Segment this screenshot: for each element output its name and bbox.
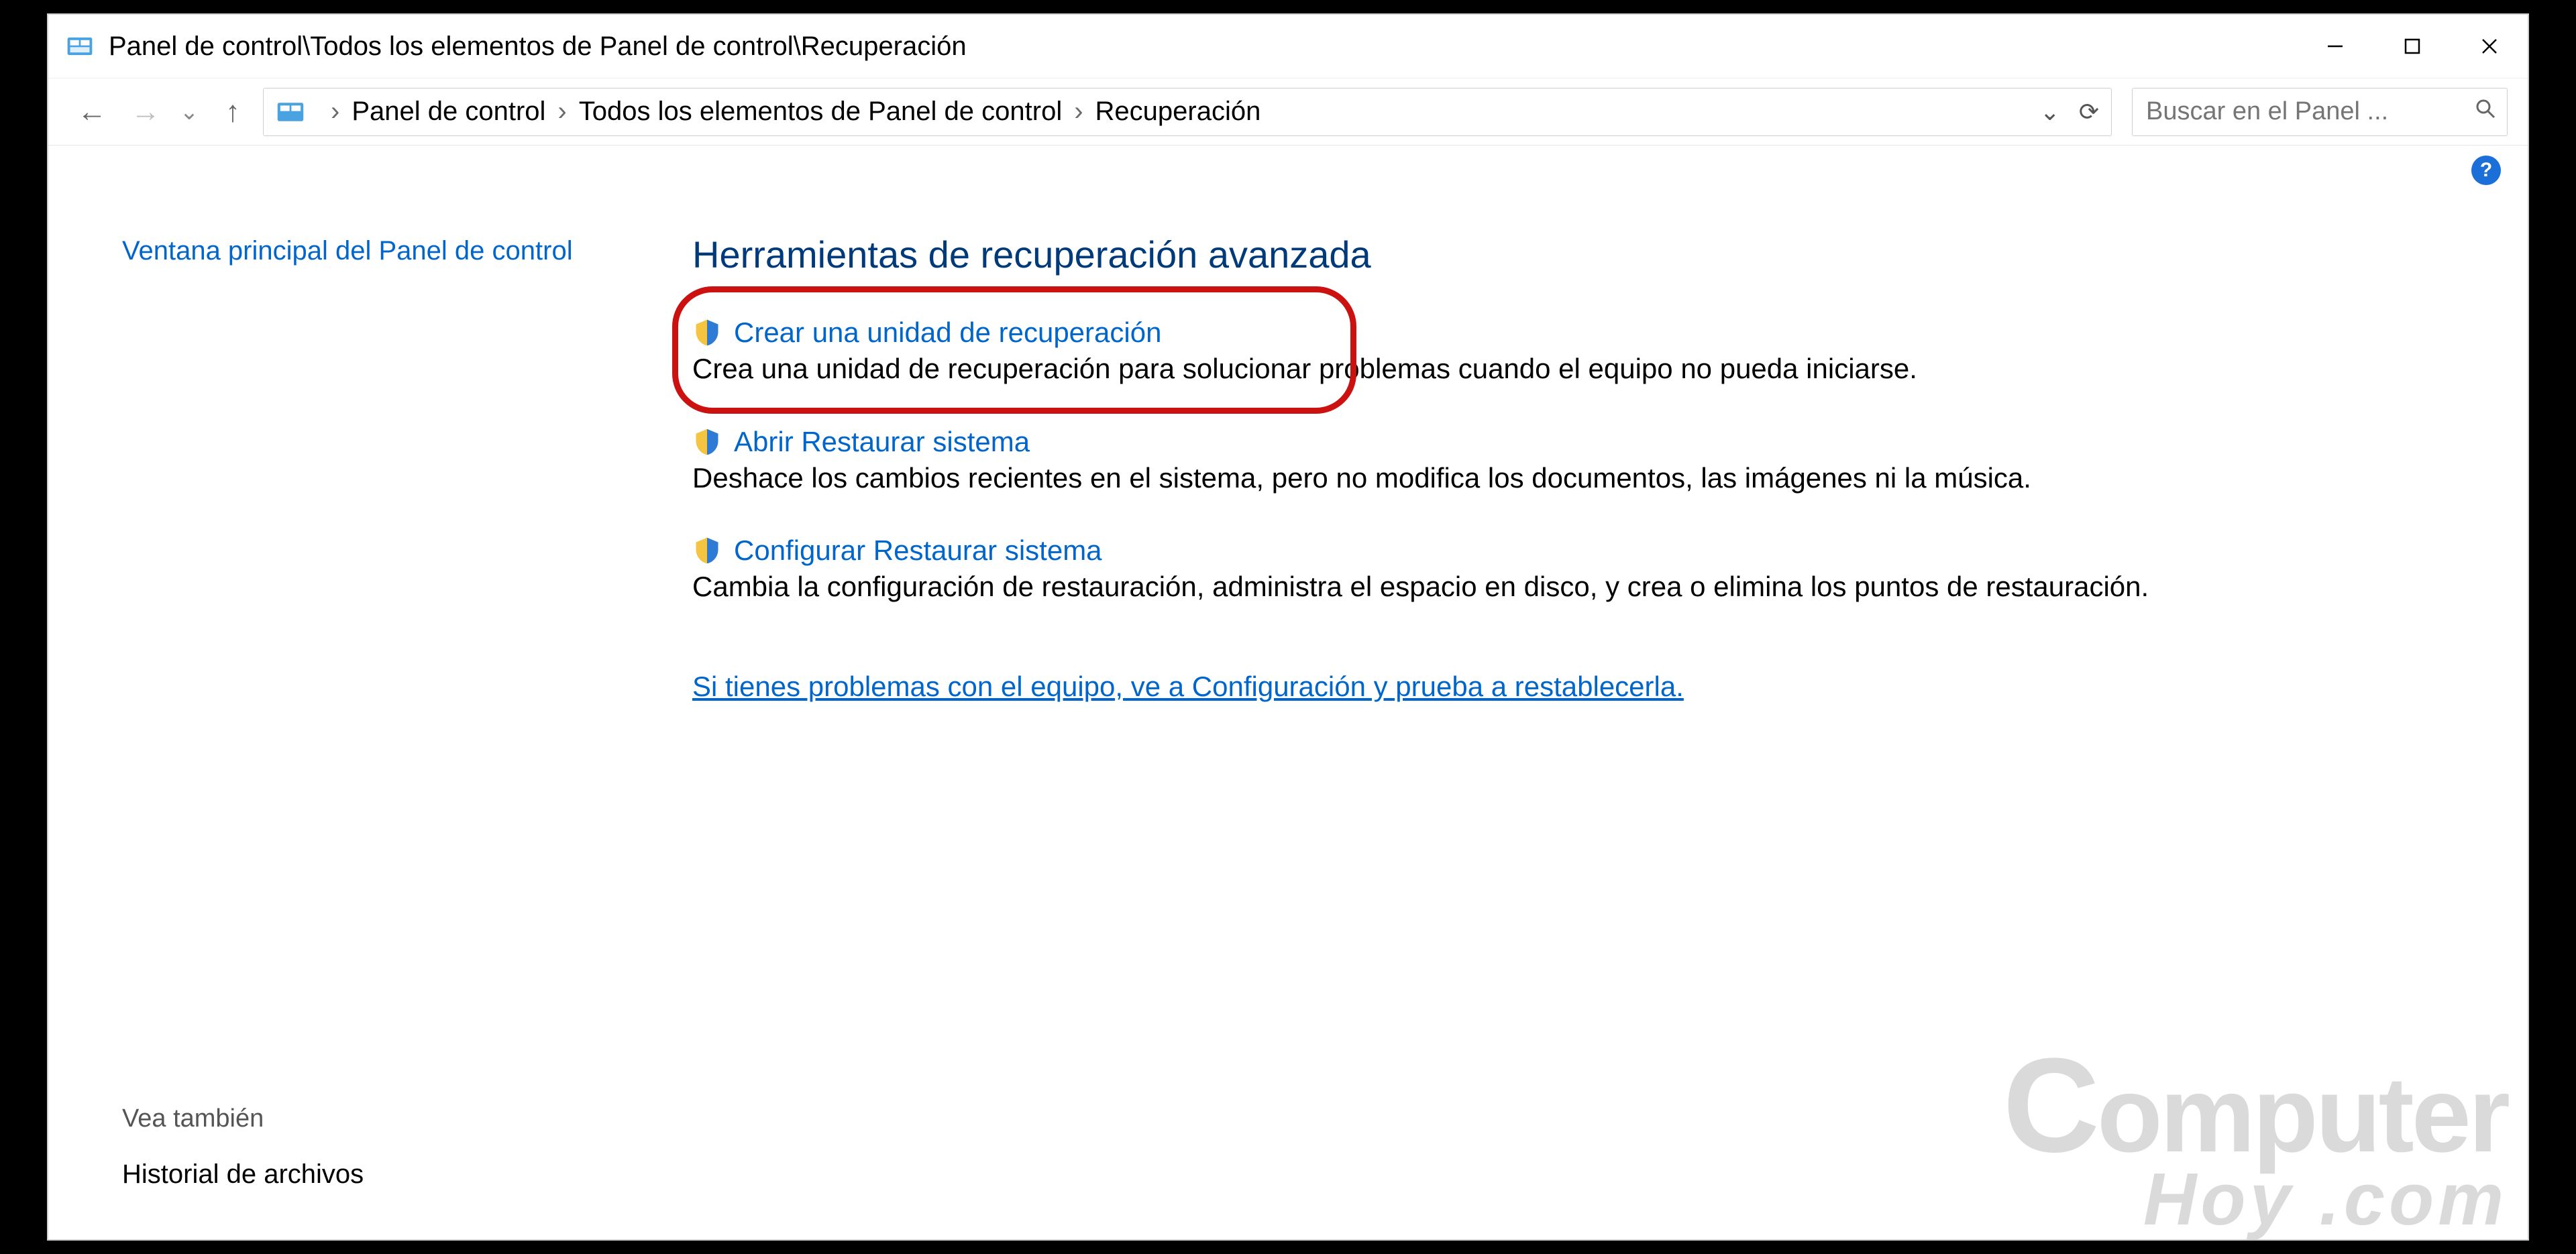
search-icon: [2474, 97, 2497, 127]
recovery-item: Configurar Restaurar sistema Cambia la c…: [692, 534, 2474, 606]
close-button[interactable]: [2451, 15, 2528, 78]
chevron-right-icon: ›: [1074, 97, 1083, 127]
sidebar: Ventana principal del Panel de control V…: [48, 146, 665, 1239]
control-panel-icon: [66, 32, 94, 60]
uac-shield-icon: [692, 427, 722, 457]
refresh-button[interactable]: ⟳: [2079, 98, 2099, 126]
recovery-item: Crear una unidad de recuperación Crea un…: [692, 317, 2474, 388]
chevron-right-icon: ›: [331, 97, 339, 127]
uac-shield-icon: [692, 536, 722, 565]
back-button[interactable]: ←: [68, 89, 115, 135]
window-title: Panel de control\Todos los elementos de …: [109, 32, 2296, 62]
window-controls: [2296, 15, 2528, 78]
see-also-heading: Vea también: [122, 1104, 625, 1133]
breadcrumb-recovery[interactable]: Recuperación: [1095, 97, 1261, 127]
control-panel-window: Panel de control\Todos los elementos de …: [47, 13, 2529, 1241]
page-heading: Herramientas de recuperación avanzada: [692, 233, 2474, 276]
addressbar-control-panel-icon: [276, 97, 305, 127]
file-history-link[interactable]: Historial de archivos: [122, 1159, 364, 1189]
nav-toolbar: ← → ⌄ ↑ › Panel de control › Todos los e…: [48, 78, 2528, 146]
search-input[interactable]: [2146, 97, 2474, 126]
control-panel-home-link[interactable]: Ventana principal del Panel de control: [122, 233, 625, 269]
minimize-button[interactable]: [2296, 15, 2373, 78]
create-recovery-drive-desc: Crea una unidad de recuperación para sol…: [692, 350, 2369, 388]
maximize-button[interactable]: [2373, 15, 2451, 78]
recovery-item: Abrir Restaurar sistema Deshace los camb…: [692, 426, 2474, 498]
open-system-restore-desc: Deshace los cambios recientes en el sist…: [692, 459, 2369, 498]
recent-locations-button[interactable]: ⌄: [176, 99, 203, 125]
up-button[interactable]: ↑: [209, 89, 256, 135]
address-dropdown-button[interactable]: ⌄: [2040, 98, 2060, 126]
open-system-restore-link[interactable]: Abrir Restaurar sistema: [734, 426, 1030, 458]
configure-system-restore-link[interactable]: Configurar Restaurar sistema: [734, 534, 1102, 567]
create-recovery-drive-link[interactable]: Crear una unidad de recuperación: [734, 317, 1161, 349]
reset-pc-link[interactable]: Si tienes problemas con el equipo, ve a …: [692, 671, 1684, 703]
chevron-right-icon: ›: [557, 97, 566, 127]
configure-system-restore-desc: Cambia la configuración de restauración,…: [692, 568, 2369, 606]
breadcrumb-all-items[interactable]: Todos los elementos de Panel de control: [579, 97, 1062, 127]
address-bar[interactable]: › Panel de control › Todos los elementos…: [263, 88, 2112, 136]
uac-shield-icon: [692, 318, 722, 347]
breadcrumb-root[interactable]: Panel de control: [352, 97, 545, 127]
forward-button[interactable]: →: [122, 89, 169, 135]
main-content: Herramientas de recuperación avanzada Cr…: [665, 146, 2528, 1239]
search-box[interactable]: [2132, 88, 2508, 136]
titlebar: Panel de control\Todos los elementos de …: [48, 15, 2528, 78]
